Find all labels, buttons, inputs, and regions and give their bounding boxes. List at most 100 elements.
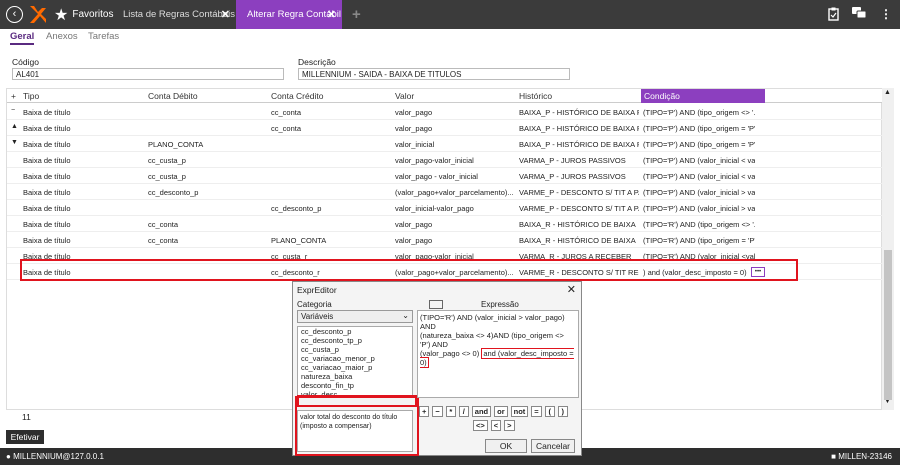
operator-button[interactable]: < — [490, 420, 502, 431]
expression-textarea[interactable]: (TIPO='R') AND (valor_inicial > valor_pa… — [417, 310, 579, 398]
scroll-up-icon[interactable]: ▲ — [884, 89, 891, 96]
operator-button[interactable]: or — [494, 406, 508, 417]
app-logo-icon — [30, 6, 46, 23]
col-conta-credito[interactable]: Conta Crédito — [271, 91, 323, 101]
table-row[interactable]: − Baixa de título cc_conta valor_pago BAIXA_… — [7, 104, 883, 120]
operator-button[interactable]: * — [445, 406, 456, 417]
add-tab-icon[interactable]: + — [352, 6, 361, 23]
clipboard-icon[interactable] — [828, 7, 839, 24]
list-item[interactable]: cc_variacao_maior_p — [298, 363, 412, 372]
table-cell: Baixa de título — [23, 124, 71, 133]
categoria-label: Categoria — [297, 300, 332, 309]
table-cell: valor_pago - valor_inicial — [395, 172, 478, 181]
tab-alterar-regra[interactable]: Alterar Regra Contábil ✕ — [236, 0, 342, 29]
row-move-icon[interactable]: − — [11, 107, 15, 114]
table-cell: Baixa de título — [23, 220, 71, 229]
table-cell: cc_custa_p — [148, 156, 186, 165]
scroll-thumb[interactable] — [884, 250, 892, 400]
table-cell: cc_conta — [271, 108, 302, 117]
row-move-icon[interactable]: ▼ — [11, 139, 18, 146]
operator-button[interactable]: − — [432, 406, 443, 417]
expr-line: (natureza_baixa <> 4)AND (tipo_origem <>… — [420, 331, 564, 349]
categoria-select[interactable]: Variáveis ⌄ — [297, 310, 413, 323]
table-row[interactable]: ▼ Baixa de título PLANO_CONTA valor_inicial… — [7, 136, 883, 152]
highlight-box — [20, 259, 798, 281]
codigo-field[interactable]: AL401 — [12, 68, 284, 80]
cancel-button[interactable]: Cancelar — [531, 439, 575, 453]
grid-header: + Tipo Conta Débito Conta Crédito Valor … — [7, 89, 883, 103]
tab-geral[interactable]: Geral — [10, 31, 34, 42]
operator-button[interactable]: ( — [544, 406, 555, 417]
table-cell: PLANO_CONTA — [271, 236, 327, 245]
tab-lista-regras[interactable]: Lista de Regras Contábeis ✕ — [112, 0, 236, 29]
list-item[interactable]: desconto_fin_tp — [298, 381, 412, 390]
back-icon[interactable]: ‹ — [6, 6, 23, 23]
table-cell: valor_pago — [395, 236, 433, 245]
list-item[interactable]: cc_desconto_tp_p — [298, 336, 412, 345]
operator-button[interactable]: not — [510, 406, 529, 417]
operator-button[interactable]: > — [504, 420, 515, 431]
list-item[interactable]: cc_custa_p — [298, 345, 412, 354]
sub-tabs: Geral Anexos Tarefas — [0, 29, 900, 45]
table-cell: cc_conta — [148, 220, 179, 229]
table-row[interactable]: Baixa de título cc_custa_p valor_pago - va… — [7, 168, 883, 184]
descricao-field[interactable]: MILLENNIUM - SAIDA - BAIXA DE TITULOS — [298, 68, 570, 80]
operator-button[interactable]: and — [471, 406, 492, 417]
star-icon: ★ — [54, 6, 69, 24]
close-icon[interactable]: ✕ — [221, 8, 230, 21]
table-cell: VARMA_P - JUROS PASSIVOS — [519, 156, 626, 165]
chat-icon[interactable] — [852, 7, 867, 23]
col-valor[interactable]: Valor — [395, 91, 414, 101]
table-cell: cc_conta — [271, 124, 302, 133]
server-icon: ■ — [831, 452, 836, 461]
list-item[interactable]: cc_variacao_menor_p — [298, 354, 412, 363]
ok-button[interactable]: OK — [485, 439, 527, 453]
table-cell: Baixa de título — [23, 140, 71, 149]
close-icon[interactable]: ✕ — [567, 283, 576, 296]
table-row[interactable]: Baixa de título cc_desconto_p (valor_pago+… — [7, 184, 883, 200]
col-historico[interactable]: Histórico — [519, 91, 552, 101]
codigo-label: Código — [12, 57, 39, 67]
table-cell: VARME_P - DESCONTO S/ TIT A PA... — [519, 188, 639, 197]
list-item[interactable]: natureza_baixa — [298, 372, 412, 381]
close-icon[interactable]: ✕ — [327, 8, 336, 21]
operator-button[interactable]: + — [419, 406, 430, 417]
table-cell: (TIPO='P') AND (valor_inicial > val... — [643, 188, 755, 197]
table-row[interactable]: Baixa de título cc_conta valor_pago BAIXA_R… — [7, 216, 883, 232]
col-tipo[interactable]: Tipo — [23, 91, 39, 101]
operator-button[interactable]: <> — [473, 420, 488, 431]
tab-label: Lista de Regras Contábeis — [123, 9, 235, 20]
table-cell: valor_pago-valor_inicial — [395, 156, 474, 165]
col-condicao[interactable]: Condição — [641, 89, 765, 103]
tab-tarefas[interactable]: Tarefas — [88, 31, 119, 42]
more-vertical-icon[interactable]: ⋮ — [880, 7, 892, 21]
table-cell: Baixa de título — [23, 172, 71, 181]
row-move-icon[interactable]: ▲ — [11, 123, 18, 130]
list-item[interactable]: cc_desconto_p — [298, 327, 412, 336]
toggle-icon[interactable] — [429, 300, 443, 309]
table-row[interactable]: ▲ Baixa de título cc_conta valor_pago BAIXA_… — [7, 120, 883, 136]
operator-button[interactable]: ) — [557, 406, 568, 417]
favorites-button[interactable]: ★ Favoritos — [54, 0, 113, 29]
version-label: MILLEN-23146 — [838, 452, 892, 461]
operator-button[interactable]: / — [458, 406, 469, 417]
table-cell: cc_desconto_p — [148, 188, 199, 197]
col-conta-debito[interactable]: Conta Débito — [148, 91, 198, 101]
table-cell: Baixa de título — [23, 156, 71, 165]
operator-button[interactable]: = — [531, 406, 542, 417]
tab-anexos[interactable]: Anexos — [46, 31, 78, 42]
variables-list[interactable]: cc_desconto_p cc_desconto_tp_p cc_custa_p c… — [297, 326, 413, 396]
efetivar-button[interactable]: Efetivar — [6, 430, 44, 444]
table-row[interactable]: Baixa de título cc_custa_p valor_pago-valo… — [7, 152, 883, 168]
sort-icon[interactable]: + — [11, 91, 16, 101]
table-cell: valor_inicial-valor_pago — [395, 204, 474, 213]
table-cell: (TIPO='P') AND (tipo_origem <> '... — [643, 108, 755, 117]
table-cell: cc_desconto_p — [271, 204, 322, 213]
table-row[interactable]: Baixa de título cc_desconto_p valor_inicia… — [7, 200, 883, 216]
expr-line: (TIPO='R') AND (valor_inicial > valor_pa… — [420, 313, 565, 331]
table-cell: Baixa de título — [23, 204, 71, 213]
table-row[interactable]: Baixa de título cc_conta PLANO_CONTA valor_… — [7, 232, 883, 248]
dialog-title: ExprEditor — [297, 285, 337, 295]
table-cell: valor_pago — [395, 220, 433, 229]
chevron-down-icon: ⌄ — [402, 311, 409, 320]
